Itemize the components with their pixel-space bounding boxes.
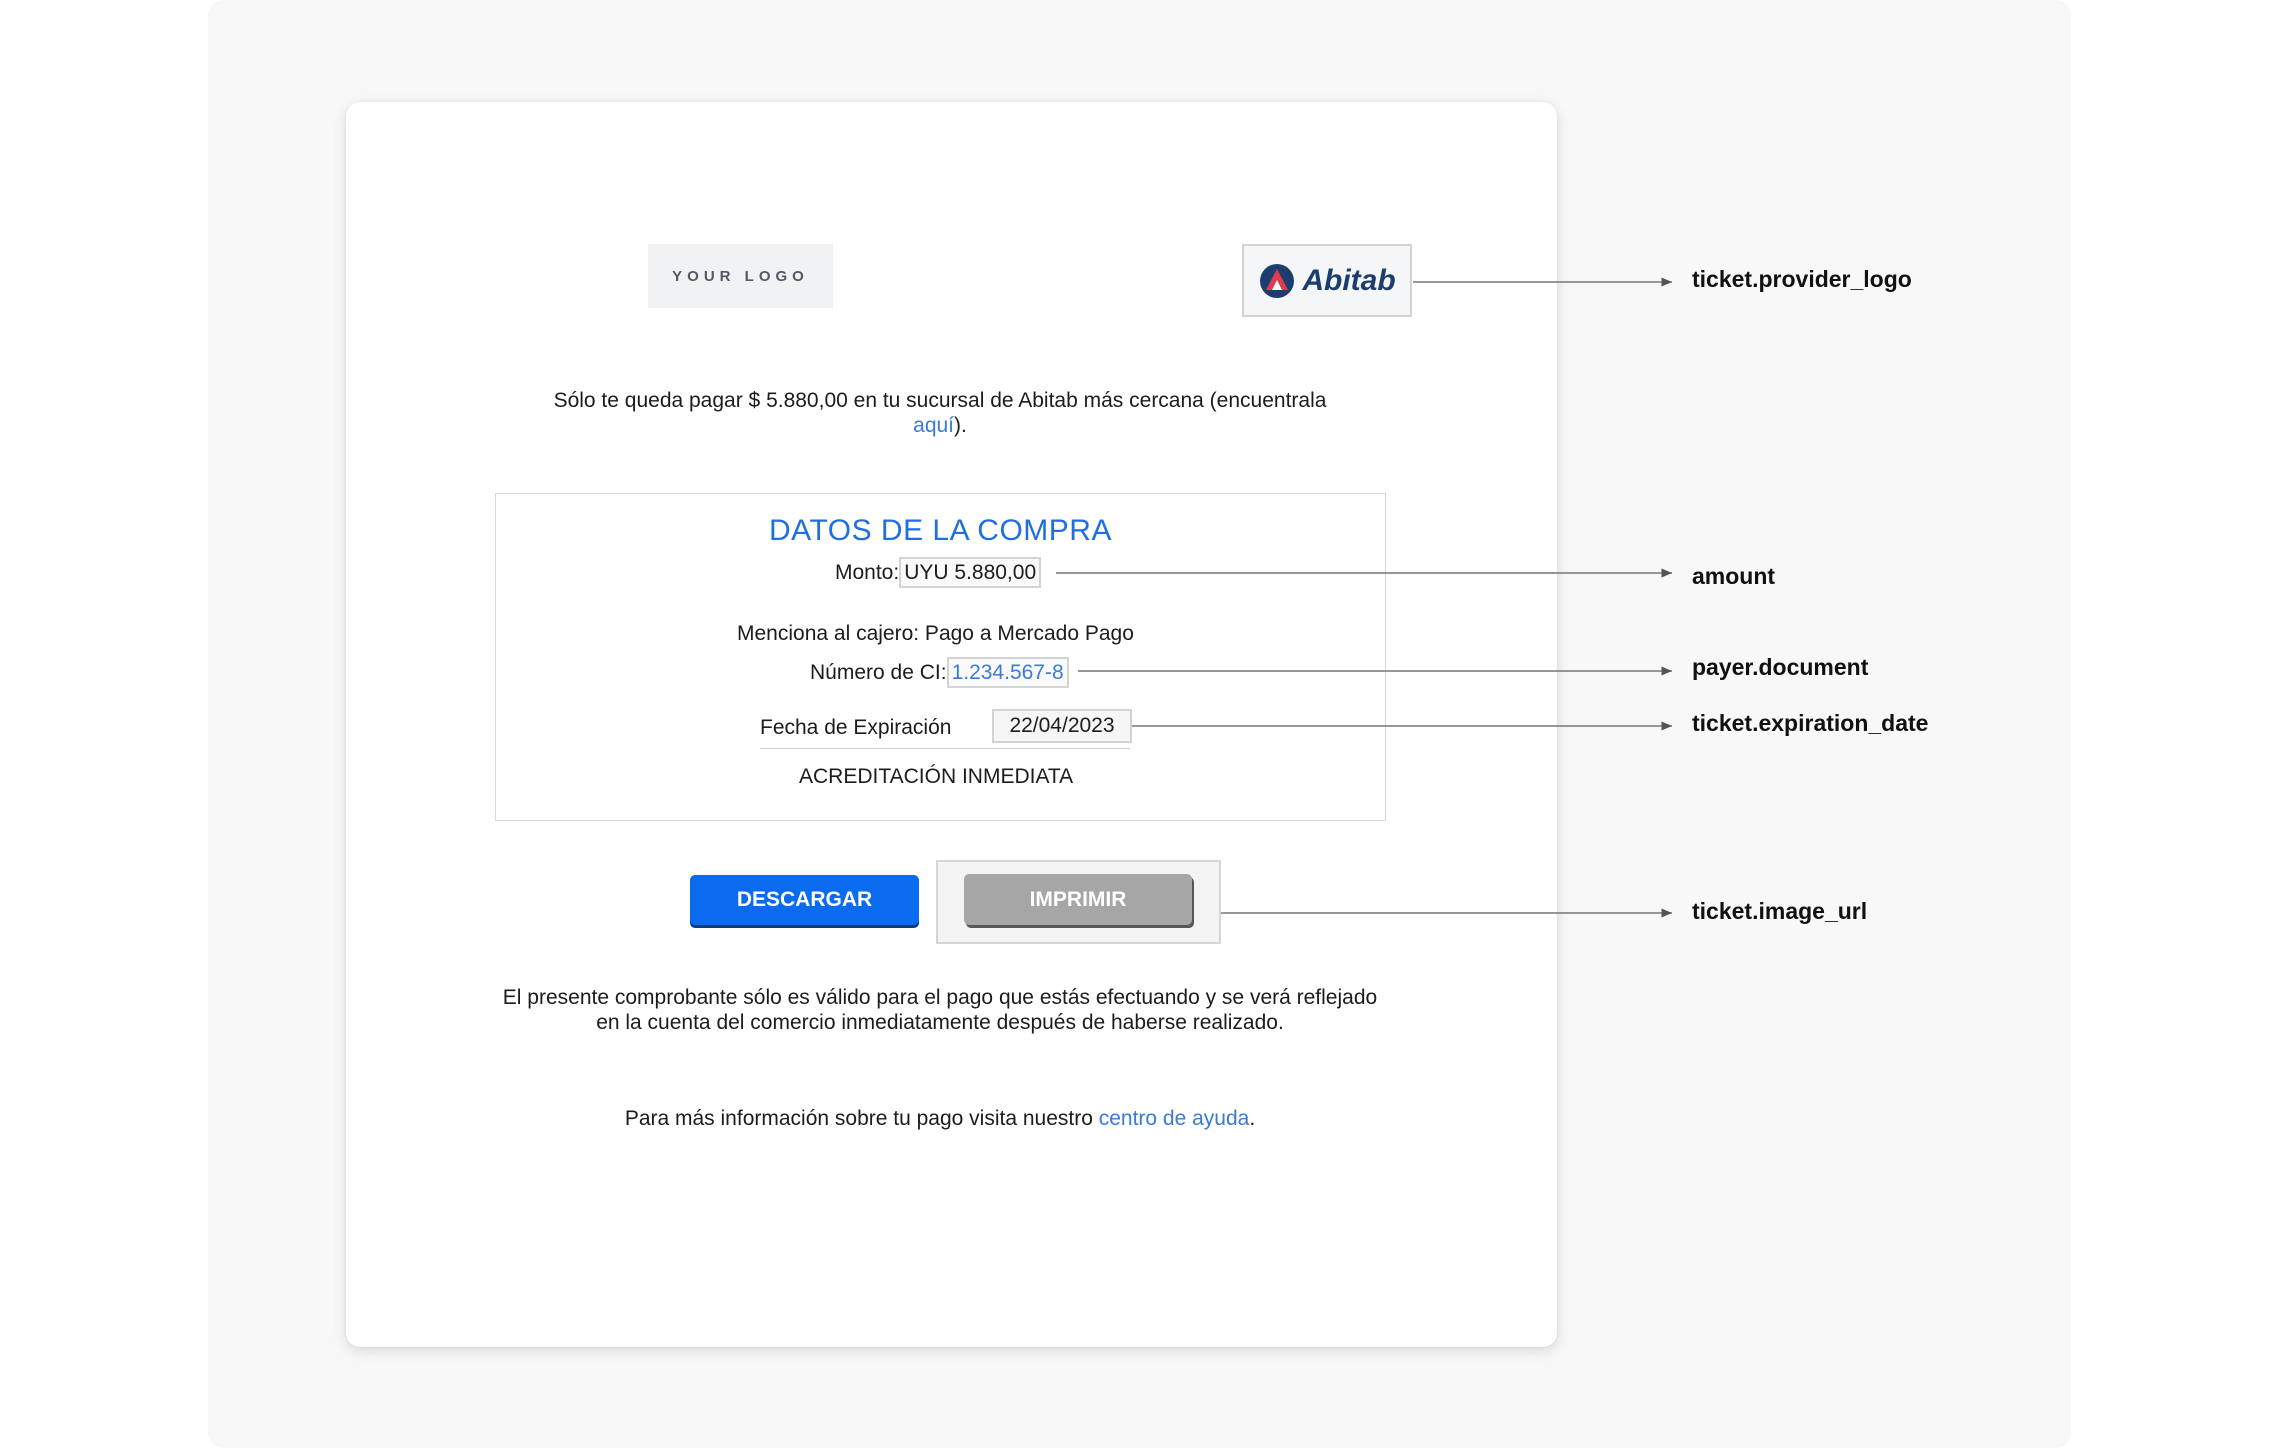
annotation-provider-logo: ticket.provider_logo [1692, 266, 1912, 292]
annotation-amount: amount [1692, 563, 1776, 589]
annotation-image-url: ticket.image_url [1692, 898, 1868, 924]
annotation-expiration-date: ticket.expiration_date [1692, 710, 1929, 736]
annotation-lines [1056, 277, 1672, 918]
annotation-payer-document: payer.document [1692, 654, 1869, 680]
